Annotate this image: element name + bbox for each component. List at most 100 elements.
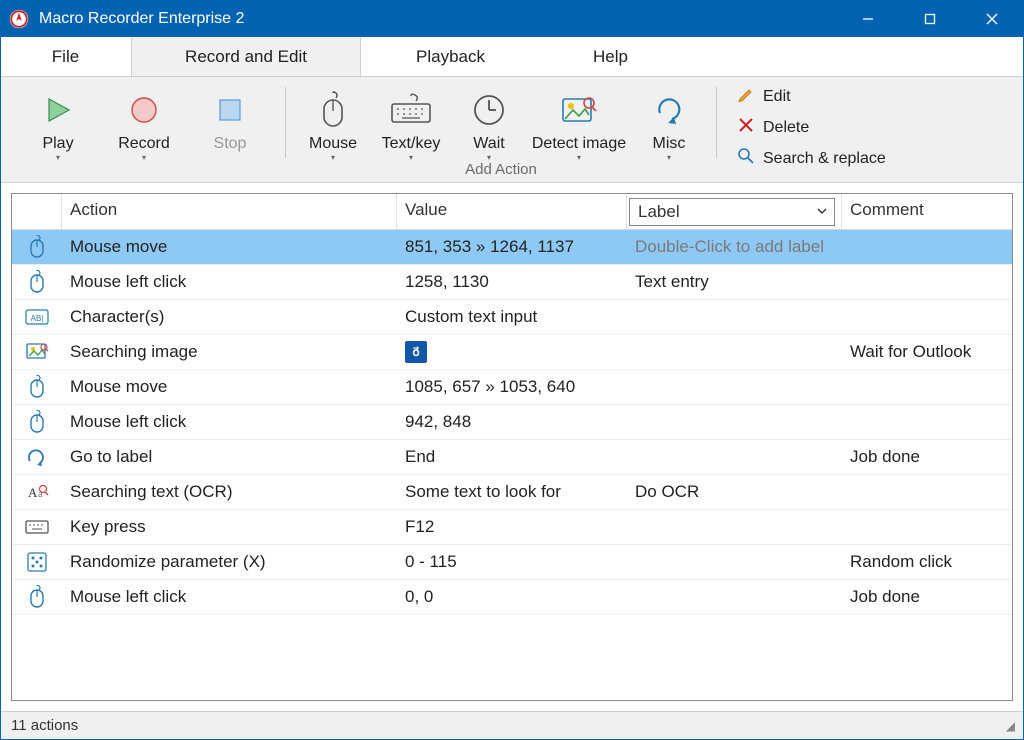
dropdown-caret-icon: ▾ [577, 153, 581, 162]
outlook-icon: o⃗ [405, 341, 427, 363]
cell-comment: Job done [842, 447, 1012, 467]
cell-label[interactable]: Text entry [627, 272, 842, 292]
table-row[interactable]: Mouse move851, 353 » 1264, 1137Double-Cl… [12, 230, 1012, 265]
tab-help[interactable]: Help [541, 37, 681, 76]
stop-button[interactable]: Stop [187, 83, 273, 176]
keyboard-icon [12, 518, 62, 536]
keyboard-icon [388, 87, 434, 133]
statusbar: 11 actions ◢ [1, 711, 1023, 739]
status-count: 11 actions [11, 717, 78, 734]
titlebar: Macro Recorder Enterprise 2 [1, 1, 1023, 37]
clock-icon [472, 87, 506, 133]
misc-icon [652, 87, 686, 133]
table-row[interactable]: AaSearching text (OCR)Some text to look … [12, 475, 1012, 510]
mouse-icon [12, 585, 62, 609]
cell-action: Key press [62, 517, 397, 537]
delete-link[interactable]: Delete [737, 116, 886, 139]
cell-comment: Job done [842, 587, 1012, 607]
label-dropdown[interactable]: Label [629, 198, 835, 226]
table-row[interactable]: AB|Character(s)Custom text input [12, 300, 1012, 335]
header-comment[interactable]: Comment [842, 194, 1012, 229]
pencil-icon [737, 85, 755, 108]
tab-playback[interactable]: Playback [361, 37, 541, 76]
cell-value: 1085, 657 » 1053, 640 [397, 377, 627, 397]
cell-value: End [397, 447, 627, 467]
cell-value: o⃗ [397, 341, 627, 363]
dropdown-caret-icon: ▾ [667, 153, 671, 162]
cell-value: 942, 848 [397, 412, 627, 432]
header-icon[interactable] [12, 194, 62, 229]
table-row[interactable]: Mouse left click942, 848 [12, 405, 1012, 440]
table-row[interactable]: Go to labelEnd Job done [12, 440, 1012, 475]
abc-icon: AB| [12, 308, 62, 326]
close-button[interactable] [961, 1, 1023, 37]
cell-action: Go to label [62, 447, 397, 467]
group-play: Play▾ Record▾ Stop [15, 83, 273, 182]
cell-value: F12 [397, 517, 627, 537]
table-row[interactable]: Mouse left click1258, 1130Text entry [12, 265, 1012, 300]
cell-action: Mouse left click [62, 272, 397, 292]
window-title: Macro Recorder Enterprise 2 [37, 10, 244, 28]
play-icon [41, 87, 75, 133]
mouse-icon [12, 235, 62, 259]
header-action[interactable]: Action [62, 194, 397, 229]
table-row[interactable]: Key pressF12 [12, 510, 1012, 545]
cell-comment: Random click [842, 552, 1012, 572]
cell-action: Searching image [62, 342, 397, 362]
ocr-icon: Aa [12, 482, 62, 502]
image-search-icon [559, 87, 599, 133]
dropdown-caret-icon: ▾ [56, 153, 60, 162]
grid-body: Mouse move851, 353 » 1264, 1137Double-Cl… [12, 230, 1012, 615]
search-replace-link[interactable]: Search & replace [737, 147, 886, 170]
ribbon-tabs: File Record and Edit Playback Help [1, 37, 1023, 77]
dropdown-caret-icon: ▾ [142, 153, 146, 162]
cell-action: Randomize parameter (X) [62, 552, 397, 572]
chevron-down-icon [816, 202, 828, 222]
svg-text:AB|: AB| [31, 314, 44, 323]
add-action-caption: Add Action [465, 161, 537, 178]
action-grid: Action Value Label Comment Mouse move851… [11, 193, 1013, 701]
tab-record-and-edit[interactable]: Record and Edit [131, 37, 361, 76]
cell-value: 1258, 1130 [397, 272, 627, 292]
random-icon [12, 551, 62, 573]
mouse-icon [318, 87, 348, 133]
search-icon [737, 147, 755, 170]
cell-comment: Wait for Outlook [842, 342, 1012, 362]
dropdown-caret-icon: ▾ [409, 153, 413, 162]
cell-action: Mouse move [62, 377, 397, 397]
group-edit-actions: Edit Delete Search & replace [729, 83, 886, 182]
play-button[interactable]: Play▾ [15, 83, 101, 176]
record-button[interactable]: Record▾ [101, 83, 187, 176]
table-row[interactable]: Searching image o⃗ Wait for Outlook [12, 335, 1012, 370]
mouse-icon [12, 270, 62, 294]
app-window: Macro Recorder Enterprise 2 File Record … [0, 0, 1024, 740]
group-add-action: Mouse▾ Text/key▾ Wait▾ Detect image▾ Mis… [298, 83, 704, 182]
cell-value: Custom text input [397, 307, 627, 327]
detect-image-tool[interactable]: Detect image▾ [524, 83, 634, 176]
dropdown-caret-icon: ▾ [331, 153, 335, 162]
mouse-tool[interactable]: Mouse▾ [298, 83, 368, 176]
header-value[interactable]: Value [397, 194, 627, 229]
maximize-button[interactable] [899, 1, 961, 37]
misc-tool[interactable]: Misc▾ [634, 83, 704, 176]
mouse-icon [12, 410, 62, 434]
mouse-icon [12, 375, 62, 399]
minimize-button[interactable] [837, 1, 899, 37]
cell-value: Some text to look for [397, 482, 627, 502]
textkey-tool[interactable]: Text/key▾ [368, 83, 454, 176]
app-icon [1, 8, 37, 30]
window-controls [837, 1, 1023, 37]
table-row[interactable]: Mouse left click0, 0Job done [12, 580, 1012, 615]
edit-link[interactable]: Edit [737, 85, 886, 108]
cell-value: 0, 0 [397, 587, 627, 607]
tab-file[interactable]: File [1, 37, 131, 76]
table-row[interactable]: Mouse move1085, 657 » 1053, 640 [12, 370, 1012, 405]
table-row[interactable]: Randomize parameter (X)0 - 115Random cli… [12, 545, 1012, 580]
cell-label[interactable]: Do OCR [627, 482, 842, 502]
resize-grip-icon[interactable]: ◢ [1006, 719, 1013, 733]
cell-value: 851, 353 » 1264, 1137 [397, 237, 627, 257]
cell-action: Mouse move [62, 237, 397, 257]
svg-text:A: A [28, 485, 38, 500]
cell-action: Mouse left click [62, 412, 397, 432]
cell-label[interactable]: Double-Click to add label [627, 237, 842, 257]
